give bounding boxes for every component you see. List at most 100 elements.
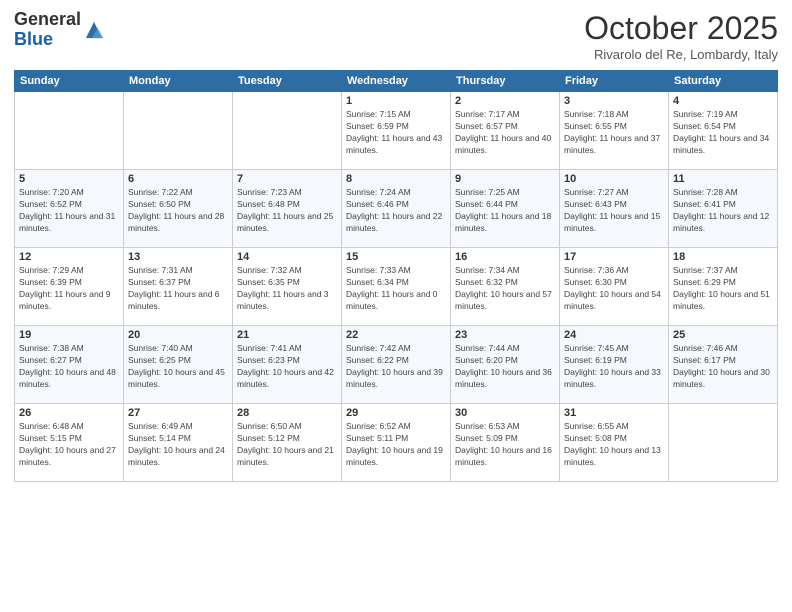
calendar-cell: 1Sunrise: 7:15 AMSunset: 6:59 PMDaylight… xyxy=(342,92,451,170)
calendar-week-2: 5Sunrise: 7:20 AMSunset: 6:52 PMDaylight… xyxy=(15,170,778,248)
day-info: Sunrise: 7:46 AMSunset: 6:17 PMDaylight:… xyxy=(673,343,773,391)
day-number: 28 xyxy=(237,407,337,419)
logo-blue-text: Blue xyxy=(14,29,53,49)
day-number: 3 xyxy=(564,95,664,107)
calendar-cell xyxy=(233,92,342,170)
day-info: Sunrise: 7:28 AMSunset: 6:41 PMDaylight:… xyxy=(673,187,773,235)
calendar-cell: 15 Sunrise: 7:33 AMSunset: 6:34 PMDayligh… xyxy=(342,248,451,326)
calendar-cell xyxy=(124,92,233,170)
calendar-cell: 11 Sunrise: 7:28 AMSunset: 6:41 PMDayligh… xyxy=(669,170,778,248)
day-number: 31 xyxy=(564,407,664,419)
calendar-cell: 17 Sunrise: 7:36 AMSunset: 6:30 PMDayligh… xyxy=(560,248,669,326)
day-number: 19 xyxy=(19,329,119,341)
day-number: 18 xyxy=(673,251,773,263)
logo-icon xyxy=(83,19,105,41)
logo-text: General Blue xyxy=(14,10,105,50)
day-number: 21 xyxy=(237,329,337,341)
day-number: 17 xyxy=(564,251,664,263)
day-info: Sunrise: 7:19 AMSunset: 6:54 PMDaylight:… xyxy=(673,109,773,157)
calendar-cell: 3 Sunrise: 7:18 AMSunset: 6:55 PMDaylight… xyxy=(560,92,669,170)
day-info: Sunrise: 7:36 AMSunset: 6:30 PMDaylight:… xyxy=(564,265,664,313)
day-info: Sunrise: 7:44 AMSunset: 6:20 PMDaylight:… xyxy=(455,343,555,391)
day-number: 13 xyxy=(128,251,228,263)
day-number: 23 xyxy=(455,329,555,341)
calendar-cell: 24Sunrise: 7:45 AMSunset: 6:19 PMDayligh… xyxy=(560,326,669,404)
day-info: Sunrise: 6:52 AMSunset: 5:11 PMDaylight:… xyxy=(346,421,446,469)
logo: General Blue xyxy=(14,10,105,50)
day-number: 27 xyxy=(128,407,228,419)
calendar-week-5: 26 Sunrise: 6:48 AMSunset: 5:15 PMDayligh… xyxy=(15,404,778,482)
day-info: Sunrise: 6:55 AMSunset: 5:08 PMDaylight:… xyxy=(564,421,664,469)
day-info: Sunrise: 7:20 AMSunset: 6:52 PMDaylight:… xyxy=(19,187,119,235)
calendar-cell: 2 Sunrise: 7:17 AMSunset: 6:57 PMDaylight… xyxy=(451,92,560,170)
day-info: Sunrise: 6:50 AMSunset: 5:12 PMDaylight:… xyxy=(237,421,337,469)
calendar-cell: 31 Sunrise: 6:55 AMSunset: 5:08 PMDayligh… xyxy=(560,404,669,482)
day-info: Sunrise: 7:32 AMSunset: 6:35 PMDaylight:… xyxy=(237,265,337,313)
calendar-cell: 8Sunrise: 7:24 AMSunset: 6:46 PMDaylight… xyxy=(342,170,451,248)
day-info: Sunrise: 7:40 AMSunset: 6:25 PMDaylight:… xyxy=(128,343,228,391)
day-number: 14 xyxy=(237,251,337,263)
day-info: Sunrise: 7:41 AMSunset: 6:23 PMDaylight:… xyxy=(237,343,337,391)
day-number: 6 xyxy=(128,173,228,185)
calendar-header-row: Sunday Monday Tuesday Wednesday Thursday… xyxy=(15,71,778,92)
day-info: Sunrise: 7:33 AMSunset: 6:34 PMDaylight:… xyxy=(346,265,446,313)
col-sunday: Sunday xyxy=(15,71,124,92)
day-number: 15 xyxy=(346,251,446,263)
calendar-cell: 21 Sunrise: 7:41 AMSunset: 6:23 PMDayligh… xyxy=(233,326,342,404)
calendar-cell: 27 Sunrise: 6:49 AMSunset: 5:14 PMDayligh… xyxy=(124,404,233,482)
day-number: 10 xyxy=(564,173,664,185)
day-info: Sunrise: 7:22 AMSunset: 6:50 PMDaylight:… xyxy=(128,187,228,235)
day-info: Sunrise: 6:53 AMSunset: 5:09 PMDaylight:… xyxy=(455,421,555,469)
calendar-cell: 14 Sunrise: 7:32 AMSunset: 6:35 PMDayligh… xyxy=(233,248,342,326)
col-tuesday: Tuesday xyxy=(233,71,342,92)
day-number: 24 xyxy=(564,329,664,341)
col-friday: Friday xyxy=(560,71,669,92)
day-info: Sunrise: 7:18 AMSunset: 6:55 PMDaylight:… xyxy=(564,109,664,157)
col-saturday: Saturday xyxy=(669,71,778,92)
calendar-cell: 22Sunrise: 7:42 AMSunset: 6:22 PMDayligh… xyxy=(342,326,451,404)
day-number: 2 xyxy=(455,95,555,107)
day-number: 8 xyxy=(346,173,446,185)
location: Rivarolo del Re, Lombardy, Italy xyxy=(584,47,778,62)
day-info: Sunrise: 7:27 AMSunset: 6:43 PMDaylight:… xyxy=(564,187,664,235)
calendar-table: Sunday Monday Tuesday Wednesday Thursday… xyxy=(14,70,778,482)
header: General Blue October 2025 Rivarolo del R… xyxy=(14,10,778,62)
calendar-cell: 28 Sunrise: 6:50 AMSunset: 5:12 PMDayligh… xyxy=(233,404,342,482)
calendar-cell: 10 Sunrise: 7:27 AMSunset: 6:43 PMDayligh… xyxy=(560,170,669,248)
calendar-cell: 16Sunrise: 7:34 AMSunset: 6:32 PMDayligh… xyxy=(451,248,560,326)
calendar-cell: 30Sunrise: 6:53 AMSunset: 5:09 PMDayligh… xyxy=(451,404,560,482)
day-info: Sunrise: 7:29 AMSunset: 6:39 PMDaylight:… xyxy=(19,265,119,313)
calendar-week-3: 12 Sunrise: 7:29 AMSunset: 6:39 PMDayligh… xyxy=(15,248,778,326)
col-thursday: Thursday xyxy=(451,71,560,92)
day-info: Sunrise: 7:31 AMSunset: 6:37 PMDaylight:… xyxy=(128,265,228,313)
day-number: 9 xyxy=(455,173,555,185)
calendar-cell: 23 Sunrise: 7:44 AMSunset: 6:20 PMDayligh… xyxy=(451,326,560,404)
calendar-cell: 4Sunrise: 7:19 AMSunset: 6:54 PMDaylight… xyxy=(669,92,778,170)
day-info: Sunrise: 7:37 AMSunset: 6:29 PMDaylight:… xyxy=(673,265,773,313)
calendar-cell: 20 Sunrise: 7:40 AMSunset: 6:25 PMDayligh… xyxy=(124,326,233,404)
day-info: Sunrise: 7:23 AMSunset: 6:48 PMDaylight:… xyxy=(237,187,337,235)
calendar-cell: 9Sunrise: 7:25 AMSunset: 6:44 PMDaylight… xyxy=(451,170,560,248)
calendar-cell: 6 Sunrise: 7:22 AMSunset: 6:50 PMDaylight… xyxy=(124,170,233,248)
col-monday: Monday xyxy=(124,71,233,92)
day-number: 20 xyxy=(128,329,228,341)
day-number: 12 xyxy=(19,251,119,263)
day-info: Sunrise: 6:49 AMSunset: 5:14 PMDaylight:… xyxy=(128,421,228,469)
day-number: 11 xyxy=(673,173,773,185)
day-info: Sunrise: 7:38 AMSunset: 6:27 PMDaylight:… xyxy=(19,343,119,391)
calendar-cell: 7Sunrise: 7:23 AMSunset: 6:48 PMDaylight… xyxy=(233,170,342,248)
calendar-cell xyxy=(15,92,124,170)
calendar-cell: 25 Sunrise: 7:46 AMSunset: 6:17 PMDayligh… xyxy=(669,326,778,404)
month-title: October 2025 xyxy=(584,10,778,47)
calendar-week-4: 19 Sunrise: 7:38 AMSunset: 6:27 PMDayligh… xyxy=(15,326,778,404)
day-number: 22 xyxy=(346,329,446,341)
day-number: 26 xyxy=(19,407,119,419)
day-info: Sunrise: 7:17 AMSunset: 6:57 PMDaylight:… xyxy=(455,109,555,157)
calendar-cell: 26 Sunrise: 6:48 AMSunset: 5:15 PMDayligh… xyxy=(15,404,124,482)
calendar-cell: 19 Sunrise: 7:38 AMSunset: 6:27 PMDayligh… xyxy=(15,326,124,404)
day-info: Sunrise: 6:48 AMSunset: 5:15 PMDaylight:… xyxy=(19,421,119,469)
calendar-cell: 18 Sunrise: 7:37 AMSunset: 6:29 PMDayligh… xyxy=(669,248,778,326)
day-number: 25 xyxy=(673,329,773,341)
logo-general-text: General xyxy=(14,9,81,29)
day-info: Sunrise: 7:34 AMSunset: 6:32 PMDaylight:… xyxy=(455,265,555,313)
